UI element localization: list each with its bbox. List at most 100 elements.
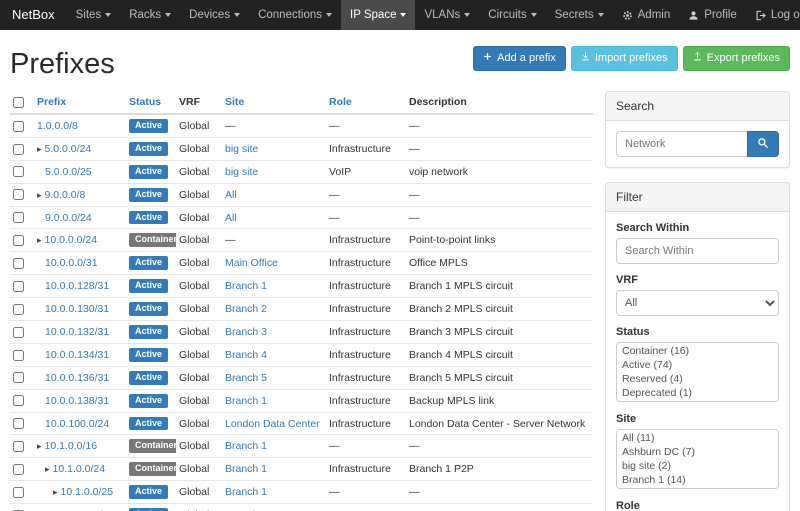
row-checkbox[interactable] [13,281,24,292]
search-within-input[interactable] [616,238,779,264]
site-link[interactable]: Main Office [225,257,278,269]
admin-link[interactable]: Admin [613,0,680,30]
site-link[interactable]: All [225,189,237,201]
search-button[interactable] [747,131,779,157]
expand-icon[interactable] [53,486,61,498]
nav-item-devices[interactable]: Devices [180,0,249,30]
nav-item-sites[interactable]: Sites [67,0,121,30]
filter-option[interactable]: Branch 2 (10) [618,487,777,489]
row-checkbox[interactable] [13,372,24,383]
row-checkbox[interactable] [13,418,24,429]
site-cell: Branch 1 [222,458,326,481]
site-link[interactable]: London Data Center [225,418,320,430]
prefix-link[interactable]: 10.0.0.132/31 [45,326,109,338]
site-link[interactable]: All [225,212,237,224]
site-link[interactable]: Branch 1 [225,486,267,498]
row-checkbox[interactable] [13,304,24,315]
filter-option[interactable]: Deprecated (1) [618,386,777,400]
nav-item-ip-space[interactable]: IP Space [341,0,415,30]
site-link[interactable]: Branch 1 [225,440,267,452]
prefix-link[interactable]: 1.0.0.0/8 [37,120,78,132]
nav-item-racks[interactable]: Racks [120,0,180,30]
prefix-link[interactable]: 10.0.0.130/31 [45,303,109,315]
export-prefixes-button[interactable]: Export prefixes [683,46,790,71]
row-checkbox[interactable] [13,121,24,132]
expand-icon[interactable] [37,440,45,452]
site-multiselect[interactable]: All (11)Ashburn DC (7)big site (2)Branch… [616,429,779,489]
expand-icon[interactable] [37,234,45,246]
nav-item-connections[interactable]: Connections [249,0,341,30]
prefix-link[interactable]: 10.0.0.138/31 [45,395,109,407]
prefix-link[interactable]: 5.0.0.0/24 [45,143,92,155]
filter-option[interactable]: Active (74) [618,358,777,372]
nav-item-vlans[interactable]: VLANs [415,0,479,30]
row-checkbox[interactable] [13,487,24,498]
filter-option[interactable]: Branch 1 (14) [618,473,777,487]
row-checkbox[interactable] [13,212,24,223]
site-link[interactable]: Branch 3 [225,326,267,338]
expand-icon[interactable] [45,463,53,475]
prefix-link[interactable]: 10.0.0.0/24 [45,234,98,246]
row-checkbox[interactable] [13,441,24,452]
filter-option[interactable]: All (11) [618,431,777,445]
profile-link[interactable]: Profile [679,0,746,30]
site-cell: London Data Center [222,412,326,435]
nav-item-circuits[interactable]: Circuits [479,0,545,30]
expand-icon[interactable] [37,189,45,201]
site-link[interactable]: Branch 1 [225,395,267,407]
vrf-select[interactable]: All [616,290,779,316]
row-select-cell [10,206,34,229]
site-link[interactable]: big site [225,166,258,178]
prefix-link[interactable]: 10.1.0.0/25 [61,486,114,498]
prefix-link[interactable]: 10.0.0.136/31 [45,372,109,384]
select-all-checkbox[interactable] [13,97,24,108]
site-link[interactable]: big site [225,143,258,155]
import-prefixes-button[interactable]: Import prefixes [571,46,678,71]
filter-option[interactable]: Reserved (4) [618,372,777,386]
status-cell: Active [126,137,176,160]
row-checkbox[interactable] [13,189,24,200]
row-checkbox[interactable] [13,350,24,361]
column-header-status[interactable]: Status [129,96,161,108]
prefix-wrap: 10.0.100.0/24 [37,418,109,430]
site-cell: Branch 1 [222,389,326,412]
prefix-link[interactable]: 5.0.0.0/25 [45,166,92,178]
search-input[interactable] [616,131,747,157]
column-header-role[interactable]: Role [329,96,352,108]
row-checkbox[interactable] [13,327,24,338]
expand-icon[interactable] [37,143,45,155]
add-prefix-button[interactable]: Add a prefix [473,46,566,71]
filter-option[interactable]: big site (2) [618,459,777,473]
status-badge: Active [129,119,168,133]
row-checkbox[interactable] [13,144,24,155]
prefix-link[interactable]: 10.0.0.0/31 [45,257,98,269]
brand-logo[interactable]: NetBox [0,0,67,30]
column-header-prefix[interactable]: Prefix [37,96,66,108]
logout-link[interactable]: Log out [746,0,800,30]
prefix-link[interactable]: 9.0.0.0/24 [45,212,92,224]
site-link[interactable]: Branch 1 [225,280,267,292]
site-link[interactable]: Branch 4 [225,349,267,361]
prefix-link[interactable]: 10.1.0.0/24 [53,463,106,475]
row-checkbox[interactable] [13,395,24,406]
prefix-link[interactable]: 10.1.0.0/16 [45,440,98,452]
filter-option[interactable]: Container (16) [618,344,777,358]
row-checkbox[interactable] [13,166,24,177]
site-link[interactable]: Branch 5 [225,372,267,384]
row-checkbox[interactable] [13,258,24,269]
site-link[interactable]: Branch 2 [225,303,267,315]
site-link[interactable]: Branch 1 [225,463,267,475]
prefix-link[interactable]: 10.0.100.0/24 [45,418,109,430]
status-badge: Active [129,188,168,202]
column-header-site[interactable]: Site [225,96,244,108]
user-icon [688,10,699,21]
prefix-link[interactable]: 10.0.0.134/31 [45,349,109,361]
filter-option[interactable]: Ashburn DC (7) [618,445,777,459]
row-checkbox[interactable] [13,464,24,475]
nav-item-secrets[interactable]: Secrets [546,0,613,30]
prefix-cell: 10.0.0.128/31 [34,275,126,298]
status-multiselect[interactable]: Container (16)Active (74)Reserved (4)Dep… [616,342,779,402]
row-checkbox[interactable] [13,235,24,246]
prefix-link[interactable]: 9.0.0.0/8 [45,189,86,201]
prefix-link[interactable]: 10.0.0.128/31 [45,280,109,292]
